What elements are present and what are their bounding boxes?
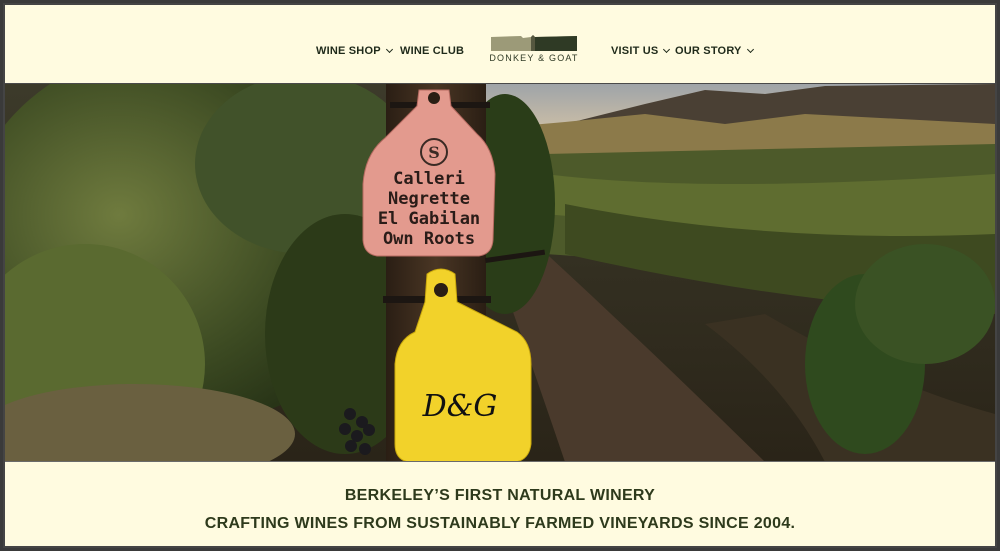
nav-visit-us-label: VISIT US xyxy=(611,45,659,57)
pink-tag-line1: Calleri xyxy=(393,169,465,189)
pink-tag-badge: S xyxy=(428,143,440,162)
site-header: WINE SHOP WINE CLUB DONKEY & GOAT VISIT … xyxy=(5,5,995,83)
nav-our-story[interactable]: OUR STORY xyxy=(675,45,754,57)
pink-tag-line3: El Gabilan xyxy=(378,209,480,229)
tagline-heading: BERKELEY’S FIRST NATURAL WINERY xyxy=(344,487,656,504)
nav-wine-club[interactable]: WINE CLUB xyxy=(400,45,464,57)
tagline-subheading: CRAFTING WINES FROM SUSTAINABLY FARMED V… xyxy=(204,515,796,532)
chevron-down-icon xyxy=(663,45,671,54)
chevron-down-icon xyxy=(385,45,393,54)
nav-wine-shop[interactable]: WINE SHOP xyxy=(316,45,393,57)
nav-wine-club-label: WINE CLUB xyxy=(400,45,465,57)
pink-tag-line4: Own Roots xyxy=(383,229,475,249)
yellow-tag-text: D&G xyxy=(422,389,498,424)
nav-visit-us[interactable]: VISIT US xyxy=(611,45,671,57)
page-frame: WINE SHOP WINE CLUB DONKEY & GOAT VISIT … xyxy=(3,3,997,548)
nav-wine-shop-label: WINE SHOP xyxy=(316,45,381,57)
pink-tag-line2: Negrette xyxy=(388,189,470,209)
tagline-section: BERKELEY’S FIRST NATURAL WINERY CRAFTING… xyxy=(5,461,995,546)
nav-our-story-label: OUR STORY xyxy=(675,45,742,57)
chevron-down-icon xyxy=(746,45,754,54)
logo-text: DONKEY & GOAT xyxy=(489,53,579,63)
donkey-goat-logo-icon xyxy=(491,35,577,51)
hero-image: S Calleri Negrette El Gabilan Own Roots … xyxy=(5,83,995,461)
site-logo[interactable]: DONKEY & GOAT xyxy=(489,35,579,71)
